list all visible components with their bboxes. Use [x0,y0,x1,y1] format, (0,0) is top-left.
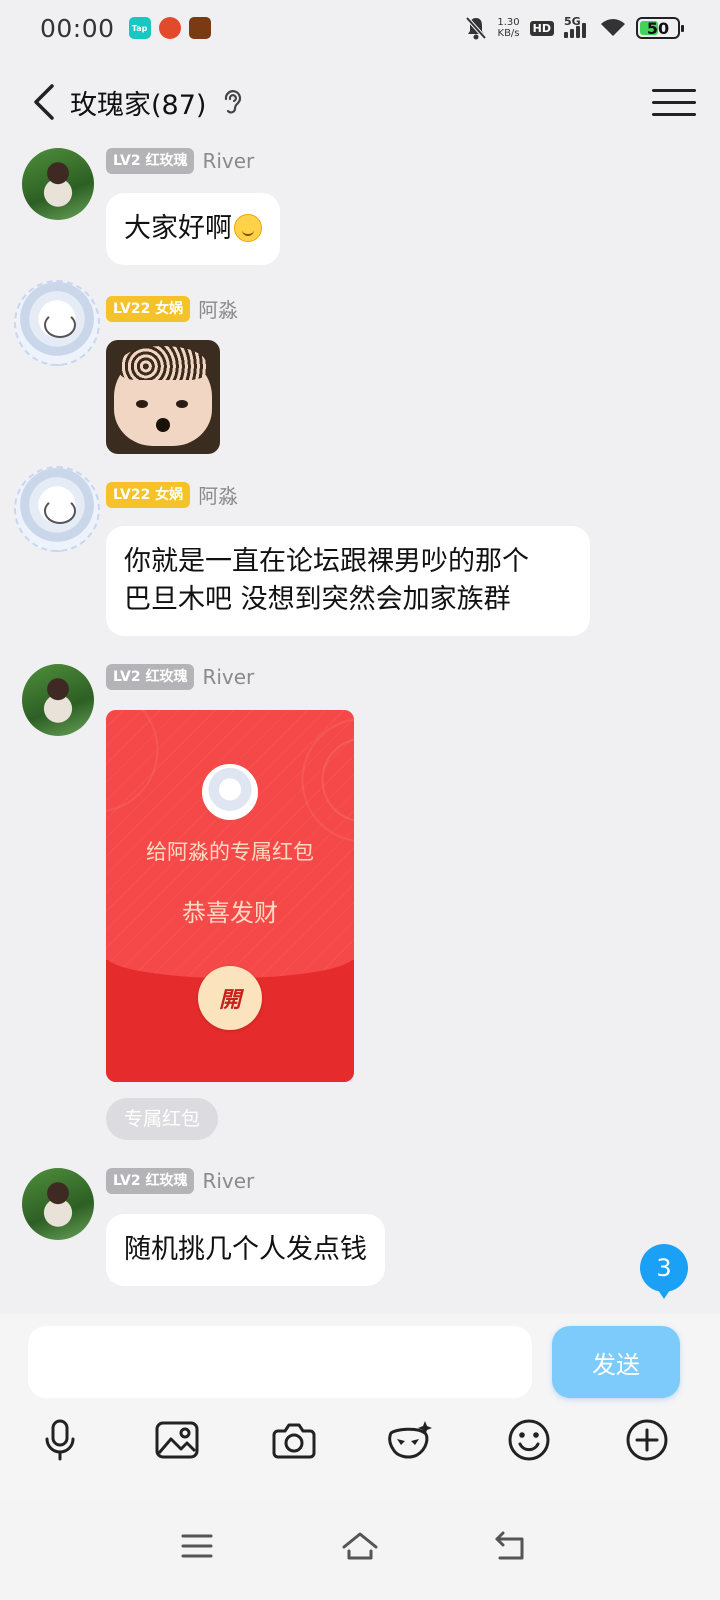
back-nav-button[interactable] [486,1524,536,1568]
red-packet-wish: 恭喜发财 [182,899,278,927]
sender-name[interactable]: River [202,1169,254,1193]
status-bar: 00:00 Tap 1.30 KB/s HD 5G 50 [0,0,720,56]
ai-sticker-button[interactable] [382,1412,438,1468]
system-nav-bar [0,1498,720,1600]
app-icon [158,17,181,39]
notifications-muted-icon [465,16,487,40]
avatar[interactable] [22,664,94,736]
recent-apps-button[interactable] [172,1524,222,1568]
sender-name[interactable]: River [202,149,254,173]
network-speed: 1.30 KB/s [497,17,520,39]
group-menu-button[interactable] [652,80,696,124]
red-packet-card[interactable]: 给阿淼的专属红包 恭喜发财 開 [106,710,354,1082]
message-meta: LV2 红玫瑰 River [106,664,254,690]
message-meta: LV2 红玫瑰 River [106,148,254,174]
battery-icon: 50 [636,17,684,39]
wifi-icon [601,19,625,36]
chat-header: 玫瑰家(87) [0,64,720,140]
level-badge: LV2 红玫瑰 [106,148,195,174]
return-arrow-icon [495,1531,524,1560]
composer: 发送 [0,1314,720,1498]
smiling-face-emoji-icon [234,214,262,242]
hd-icon: HD [529,20,554,36]
sparkle-mask-icon [388,1421,432,1459]
camera-icon [272,1423,316,1459]
group-title[interactable]: 玫瑰家(87) [70,83,206,122]
sticker-image[interactable] [106,340,220,454]
message-bubble[interactable]: 随机挑几个人发点钱 [106,1214,385,1286]
message-text: 大家好啊 [124,213,232,244]
level-badge: LV2 红玫瑰 [106,664,195,690]
smiley-icon [508,1419,550,1461]
level-badge: LV2 红玫瑰 [106,1168,195,1194]
emoji-button[interactable] [501,1412,557,1468]
avatar[interactable] [22,148,94,220]
send-button[interactable]: 发送 [552,1326,680,1398]
message-input[interactable] [28,1326,532,1398]
avatar[interactable] [22,1168,94,1240]
composer-toolbar [0,1412,720,1472]
unread-count-badge[interactable]: 3 [640,1244,688,1299]
sender-name[interactable]: 阿淼 [198,294,238,323]
message-text-line: 巴旦木吧 没想到突然会加家族群 [124,584,511,615]
message-meta: LV2 红玫瑰 River [106,1168,254,1194]
message-meta: LV22 女娲 阿淼 [106,294,238,323]
red-packet-recipient: 给阿淼的专属红包 [146,840,314,864]
image-icon [155,1421,199,1459]
red-packet-type-label: 专属红包 [106,1098,219,1140]
home-icon [342,1532,378,1560]
red-packet-open-button[interactable]: 開 [198,966,262,1030]
message-bubble[interactable]: 你就是一直在论坛跟裸男吵的那个 巴旦木吧 没想到突然会加家族群 [106,526,590,636]
photo-button[interactable] [149,1412,205,1468]
microphone-icon [45,1419,75,1461]
home-button[interactable] [335,1524,385,1568]
voice-button[interactable] [32,1412,88,1468]
back-button[interactable] [24,77,64,127]
more-button[interactable] [619,1412,675,1468]
sender-name[interactable]: River [202,665,254,689]
camera-button[interactable] [266,1412,322,1468]
level-badge: LV22 女娲 [106,481,191,508]
red-packet-avatar [202,764,258,820]
message-text-line: 你就是一直在论坛跟裸男吵的那个 [124,546,529,577]
status-time: 00:00 [40,13,115,43]
sender-name[interactable]: 阿淼 [198,480,238,509]
message-text: 随机挑几个人发点钱 [124,1234,367,1265]
message-meta: LV22 女娲 阿淼 [106,480,238,509]
game-icon [188,17,211,39]
avatar[interactable] [14,280,100,366]
back-arrow-icon [34,84,54,120]
message-bubble[interactable]: 大家好啊 [106,193,280,265]
taptap-icon: Tap [128,17,151,39]
ear-mode-icon[interactable] [220,88,244,116]
avatar[interactable] [14,466,100,552]
menu-lines-icon [181,1534,213,1558]
status-app-icons: Tap [128,17,211,39]
cellular-signal-icon: 5G [564,15,590,38]
level-badge: LV22 女娲 [106,295,191,322]
plus-circle-icon [626,1419,668,1461]
